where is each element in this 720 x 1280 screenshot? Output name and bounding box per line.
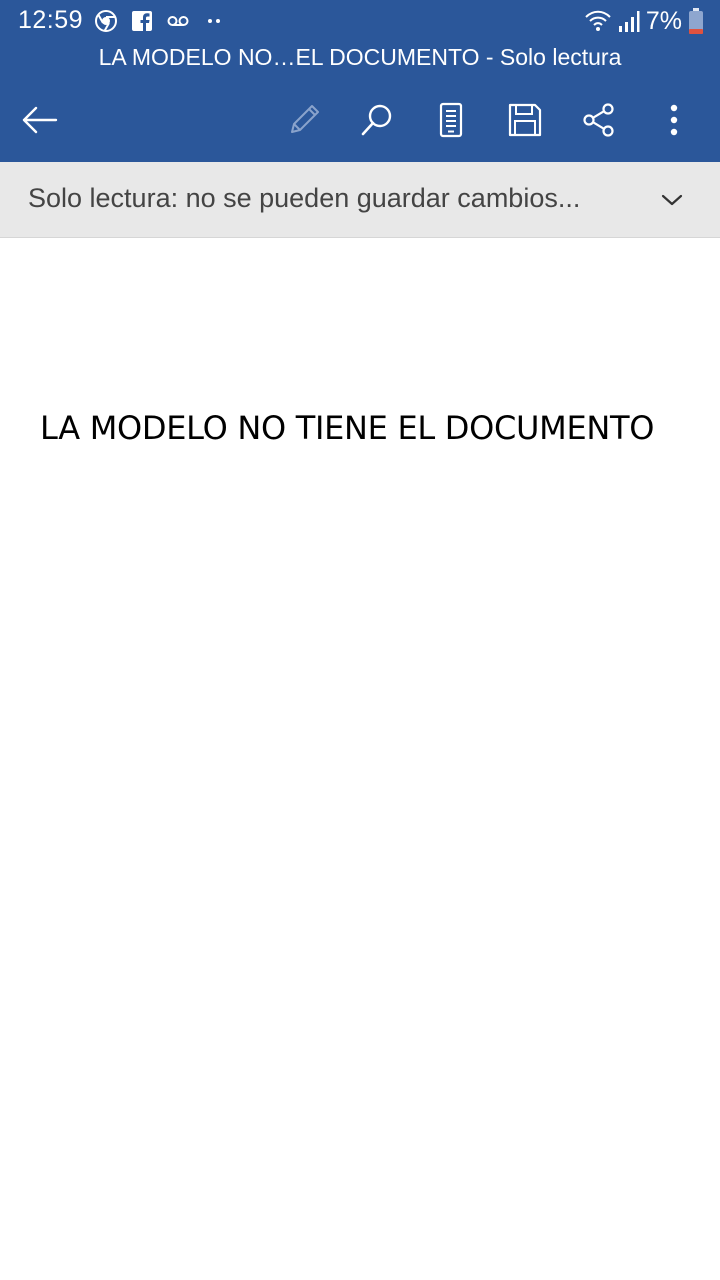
document-canvas[interactable]: LA MODELO NO TIENE EL DOCUMENTO [0,239,720,1280]
document-title: LA MODELO NO…EL DOCUMENTO - Solo lectura [98,44,622,70]
mobile-view-icon [439,102,463,138]
back-button[interactable] [16,96,64,144]
more-options-button[interactable] [650,96,698,144]
more-notifications-icon [208,19,220,23]
share-icon [583,103,614,137]
pencil-icon [291,105,319,133]
back-arrow-icon [22,106,58,134]
find-button[interactable] [353,96,401,144]
document-heading: LA MODELO NO TIENE EL DOCUMENTO [40,409,655,447]
edit-button[interactable] [280,96,328,144]
status-bar: 12:59 7% [0,0,720,42]
chrome-icon [95,10,117,32]
banner-expand-button[interactable] [656,184,688,216]
battery-percent: 7% [645,6,682,35]
chevron-down-icon [661,194,683,206]
facebook-icon [132,11,152,32]
save-button[interactable] [501,96,549,144]
more-options-icon [670,104,678,136]
wifi-icon [585,10,611,31]
read-only-banner[interactable]: Solo lectura: no se pueden guardar cambi… [0,162,720,238]
app-header: 12:59 7% LA MODELO NO…EL DOCUMENTO - Sol… [0,0,720,162]
status-time: 12:59 [18,6,84,34]
notification-icons [94,9,226,33]
mobile-view-button[interactable] [427,96,475,144]
share-button[interactable] [575,96,623,144]
banner-message: Solo lectura: no se pueden guardar cambi… [28,183,581,213]
status-right-group: 7% [584,6,704,36]
voicemail-icon [167,16,189,26]
battery-icon [689,8,703,34]
signal-icon [618,11,640,32]
search-icon [361,104,392,136]
save-icon [508,103,542,137]
